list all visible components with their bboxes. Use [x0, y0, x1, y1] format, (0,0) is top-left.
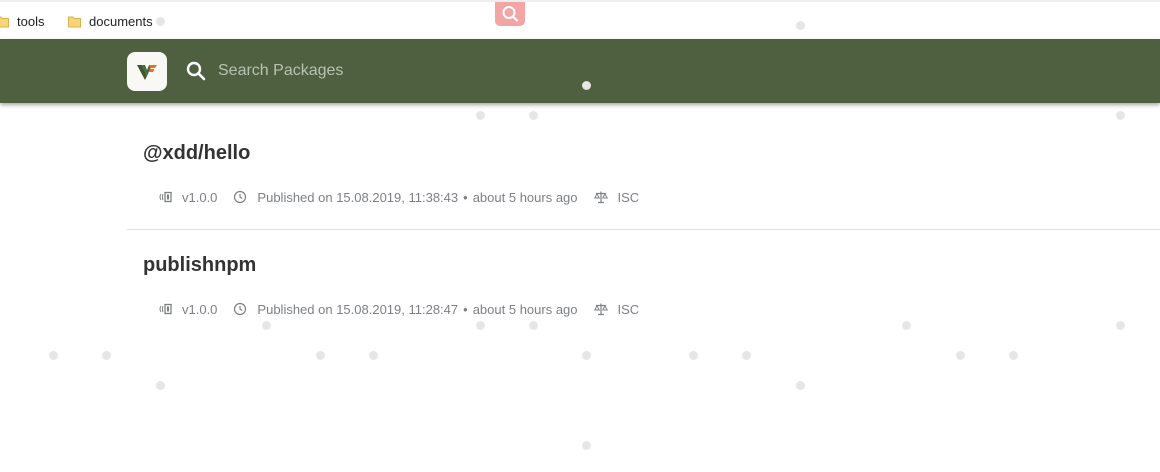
version-text: v1.0.0 — [182, 301, 218, 317]
background-dot — [902, 321, 911, 330]
bookmark-label: documents — [89, 13, 153, 29]
background-dot — [956, 351, 965, 360]
background-dot — [1116, 321, 1125, 330]
background-dot — [796, 21, 805, 30]
scale-icon — [593, 303, 608, 316]
background-dot — [49, 351, 58, 360]
background-dot — [796, 381, 805, 390]
package-version: v1.0.0 — [158, 302, 217, 317]
clock-icon — [234, 190, 247, 204]
search-input[interactable] — [216, 61, 550, 81]
license-text: ISC — [617, 189, 640, 205]
relative-time: about 5 hours ago — [472, 301, 578, 317]
package-published: Published on 15.08.2019, 11:28:47 • abou… — [233, 301, 578, 317]
background-dot — [316, 351, 325, 360]
package-published: Published on 15.08.2019, 11:38:43 • abou… — [233, 189, 578, 205]
package-meta: v1.0.0 Published on 15.08.2019, 11:28:47… — [158, 300, 639, 318]
license-text: ISC — [617, 301, 640, 317]
bookmark-label: tools — [17, 13, 45, 29]
background-dot — [476, 111, 485, 120]
separator-bullet: • — [463, 301, 468, 317]
package-license: ISC — [593, 301, 640, 317]
search-bar — [183, 55, 583, 87]
scale-icon — [593, 191, 608, 204]
background-dot — [476, 321, 485, 330]
background-dot — [262, 321, 271, 330]
package-item[interactable]: @xdd/hello v1.0.0 Published on 15.08.201… — [127, 118, 1160, 230]
logo-link[interactable] — [127, 52, 167, 91]
bookmark-tools[interactable]: tools — [0, 11, 44, 31]
bookmark-documents[interactable]: documents — [68, 11, 153, 31]
search-icon — [502, 6, 519, 22]
floating-search-button[interactable] — [495, 2, 525, 26]
background-dot — [582, 81, 591, 90]
background-dot — [102, 351, 111, 360]
background-dot — [529, 111, 538, 120]
folder-icon — [0, 16, 9, 27]
package-name[interactable]: publishnpm — [143, 254, 256, 277]
bookmarks-bar: tools documents — [0, 0, 1160, 39]
background-dot — [1116, 111, 1125, 120]
background-dot — [529, 321, 538, 330]
relative-time: about 5 hours ago — [472, 189, 578, 205]
background-dot — [689, 351, 698, 360]
background-dot — [1009, 351, 1018, 360]
background-dot — [582, 441, 591, 450]
background-dot — [156, 17, 165, 26]
published-text: Published on 15.08.2019, 11:28:47 — [257, 301, 459, 317]
verdaccio-logo-icon — [137, 64, 157, 80]
background-dot — [582, 351, 591, 360]
background-dot — [369, 351, 378, 360]
package-item[interactable]: publishnpm v1.0.0 Published on 15.08.201… — [127, 230, 1160, 340]
version-icon — [159, 191, 172, 203]
folder-icon — [68, 16, 81, 27]
background-dot — [742, 351, 751, 360]
app-header — [0, 39, 1160, 103]
background-dot — [156, 381, 165, 390]
version-icon — [159, 303, 172, 315]
search-icon — [186, 61, 206, 81]
package-meta: v1.0.0 Published on 15.08.2019, 11:38:43… — [158, 188, 639, 206]
clock-icon — [234, 302, 247, 316]
package-version: v1.0.0 — [158, 190, 217, 205]
separator-bullet: • — [463, 189, 468, 205]
version-text: v1.0.0 — [182, 189, 218, 205]
package-license: ISC — [593, 189, 640, 205]
package-name[interactable]: @xdd/hello — [143, 142, 250, 165]
published-text: Published on 15.08.2019, 11:38:43 — [257, 189, 459, 205]
